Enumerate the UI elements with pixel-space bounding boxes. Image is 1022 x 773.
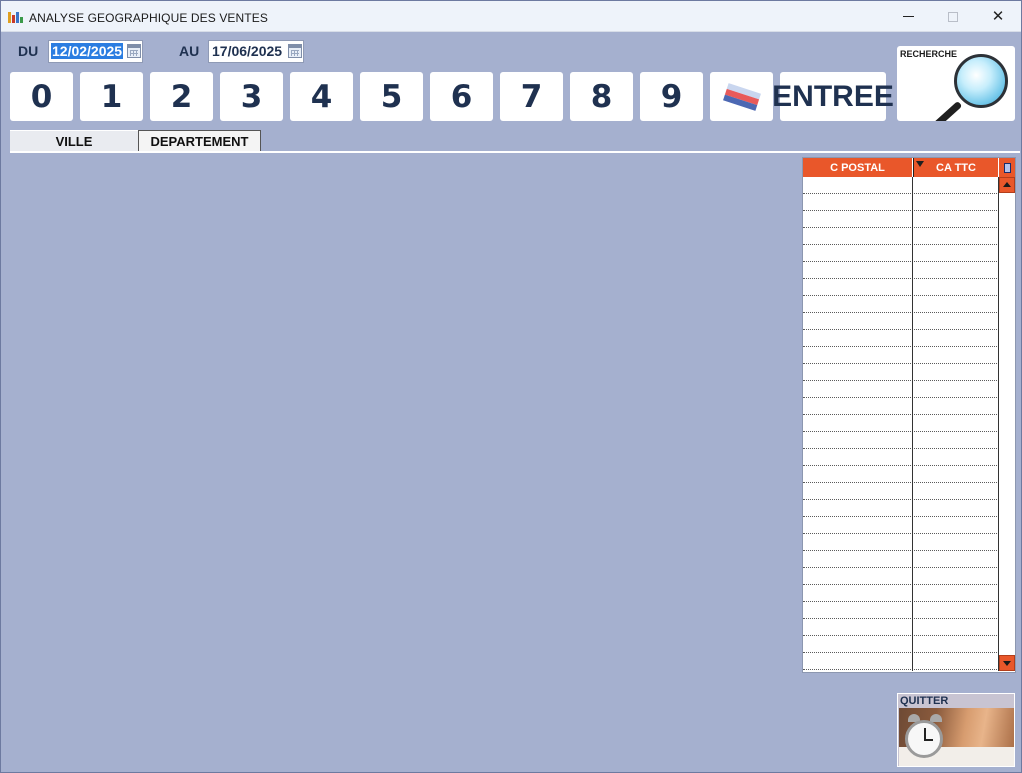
table-row[interactable] (803, 432, 999, 449)
key-2-button[interactable]: 2 (150, 72, 213, 121)
results-table[interactable]: C POSTAL CA TTC (802, 157, 1016, 673)
table-row[interactable] (803, 585, 999, 602)
table-row[interactable] (803, 619, 999, 636)
date-from-value: 12/02/2025 (51, 43, 124, 59)
calendar-icon[interactable] (127, 44, 141, 58)
table-row[interactable] (803, 262, 999, 279)
maximize-button[interactable] (930, 1, 976, 32)
key-7-button[interactable]: 7 (500, 72, 563, 121)
table-row[interactable] (803, 517, 999, 534)
table-row[interactable] (803, 228, 999, 245)
table-row[interactable] (803, 381, 999, 398)
table-row[interactable] (803, 296, 999, 313)
table-row[interactable] (803, 534, 999, 551)
scroll-up-button[interactable] (999, 177, 1015, 193)
magnifier-handle (932, 100, 963, 121)
date-to-value: 17/06/2025 (212, 43, 283, 59)
minimize-button[interactable] (885, 1, 931, 32)
key-8-button[interactable]: 8 (570, 72, 633, 121)
table-row[interactable] (803, 466, 999, 483)
key-5-button[interactable]: 5 (360, 72, 423, 121)
key-9-button[interactable]: 9 (640, 72, 703, 121)
table-row[interactable] (803, 568, 999, 585)
table-row[interactable] (803, 398, 999, 415)
table-row[interactable] (803, 313, 999, 330)
tab-divider (10, 151, 1020, 153)
column-header-c-postal[interactable]: C POSTAL (803, 158, 912, 177)
enter-button[interactable]: ENTREE (772, 72, 894, 121)
close-icon: ✕ (991, 7, 1005, 25)
alarm-clock-icon (905, 720, 943, 758)
table-row[interactable] (803, 551, 999, 568)
erase-button[interactable] (710, 72, 773, 121)
column-header-ca-ttc[interactable]: CA TTC (913, 158, 998, 177)
table-options-button[interactable] (999, 158, 1015, 177)
window-title: ANALYSE GEOGRAPHIQUE DES VENTES (29, 11, 268, 25)
table-options-icon (1003, 162, 1011, 173)
key-3-button[interactable]: 3 (220, 72, 283, 121)
scroll-down-button[interactable] (999, 655, 1015, 671)
close-button[interactable]: ✕ (975, 1, 1021, 32)
table-row[interactable] (803, 449, 999, 466)
key-1-button[interactable]: 1 (80, 72, 143, 121)
column-divider (912, 177, 913, 671)
date-from-label: DU (18, 43, 39, 59)
tab-ville[interactable]: VILLE (10, 130, 138, 152)
table-row[interactable] (803, 602, 999, 619)
maximize-icon (948, 11, 958, 22)
table-row[interactable] (803, 347, 999, 364)
date-to-input[interactable]: 17/06/2025 (208, 40, 304, 63)
eraser-icon (722, 82, 761, 111)
quit-label: QUITTER (900, 695, 949, 707)
table-row[interactable] (803, 483, 999, 500)
key-6-button[interactable]: 6 (430, 72, 493, 121)
table-scrollbar[interactable] (999, 177, 1015, 671)
table-row[interactable] (803, 415, 999, 432)
table-row[interactable] (803, 279, 999, 296)
title-bar: ANALYSE GEOGRAPHIQUE DES VENTES ✕ (1, 1, 1021, 32)
minimize-icon (902, 16, 914, 17)
main-window: ANALYSE GEOGRAPHIQUE DES VENTES ✕ DU 12/… (0, 0, 1022, 773)
search-label: RECHERCHE (900, 49, 958, 59)
table-row[interactable] (803, 364, 999, 381)
table-row[interactable] (803, 177, 999, 194)
tab-departement[interactable]: DEPARTEMENT (138, 130, 261, 152)
table-row[interactable] (803, 653, 999, 670)
magnifier-icon (954, 54, 1008, 108)
table-row[interactable] (803, 194, 999, 211)
key-0-button[interactable]: 0 (10, 72, 73, 121)
table-row[interactable] (803, 211, 999, 228)
sort-icon (916, 161, 924, 167)
table-row[interactable] (803, 330, 999, 347)
date-to-label: AU (179, 43, 200, 59)
table-body (803, 177, 999, 671)
key-4-button[interactable]: 4 (290, 72, 353, 121)
table-row[interactable] (803, 245, 999, 262)
quit-button[interactable]: QUITTER (897, 693, 1015, 767)
calendar-icon[interactable] (288, 44, 302, 58)
table-row[interactable] (803, 636, 999, 653)
search-button[interactable]: RECHERCHE (897, 46, 1015, 121)
column-header-ca-ttc-label: CA TTC (936, 161, 976, 174)
app-icon (8, 12, 23, 23)
table-row[interactable] (803, 500, 999, 517)
date-from-input[interactable]: 12/02/2025 (48, 40, 143, 63)
